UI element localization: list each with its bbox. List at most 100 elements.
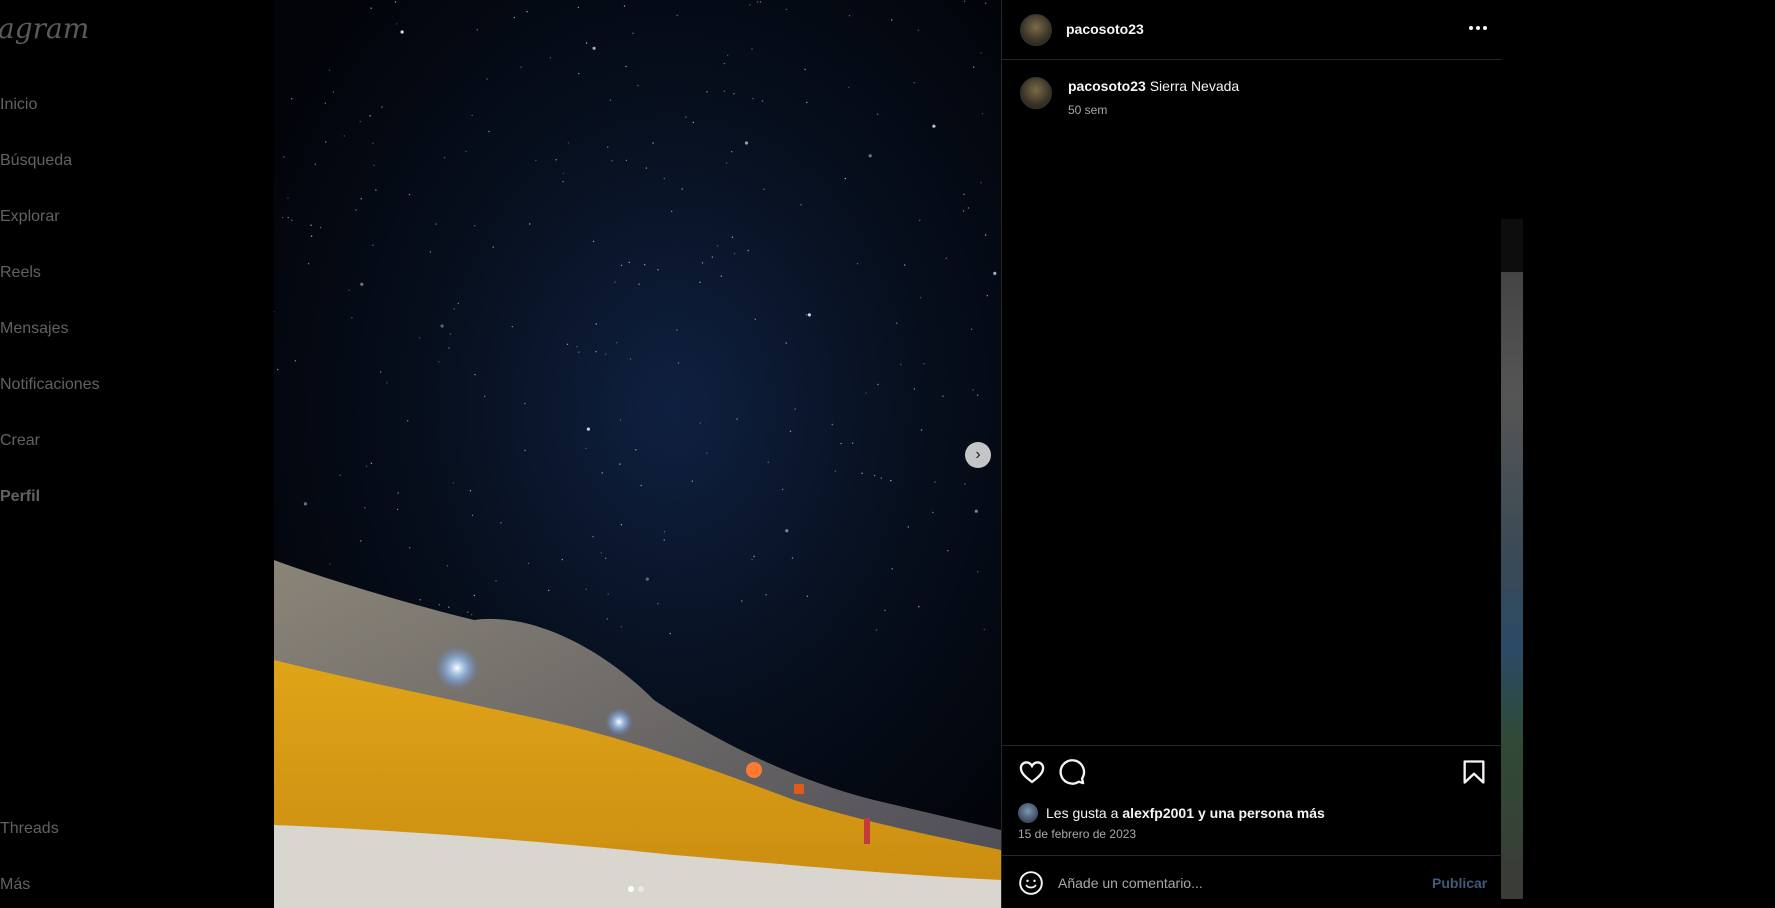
star xyxy=(980,182,982,184)
star xyxy=(973,66,975,68)
post-header: pacosoto23 xyxy=(1002,0,1502,60)
star xyxy=(474,225,476,227)
sidebar-item-reels[interactable]: Reels xyxy=(0,264,41,282)
star xyxy=(328,69,331,71)
author-username[interactable]: pacosoto23 xyxy=(1066,21,1144,37)
star xyxy=(360,198,362,200)
post-modal-page: agram Inicio Búsqueda Explorar Reels Men… xyxy=(0,0,1775,908)
star xyxy=(706,452,708,454)
star xyxy=(465,150,467,153)
star xyxy=(492,246,494,248)
heart-icon[interactable] xyxy=(1018,758,1046,786)
star xyxy=(471,614,473,616)
star xyxy=(736,418,738,420)
star xyxy=(907,526,909,528)
star xyxy=(903,264,906,266)
post-date[interactable]: 15 de febrero de 2023 xyxy=(1018,827,1136,841)
star xyxy=(934,481,936,483)
star xyxy=(913,82,916,84)
star xyxy=(601,472,603,474)
likes-suffix[interactable]: y una persona más xyxy=(1198,805,1325,821)
star xyxy=(310,235,313,237)
star xyxy=(753,555,755,558)
star xyxy=(806,101,808,104)
star xyxy=(744,141,749,145)
comment-bubble-icon[interactable] xyxy=(1058,758,1086,786)
star xyxy=(970,328,973,330)
star xyxy=(394,1,397,3)
star xyxy=(484,395,486,398)
star xyxy=(741,600,743,602)
more-horizontal-icon[interactable] xyxy=(1466,16,1490,40)
star xyxy=(620,264,623,267)
star xyxy=(900,363,902,366)
comment-composer: Publicar xyxy=(1002,855,1502,908)
star xyxy=(619,463,621,465)
emoji-smile-icon[interactable] xyxy=(1018,870,1044,896)
star xyxy=(457,302,459,305)
post-image[interactable] xyxy=(274,0,1001,908)
star xyxy=(638,283,640,285)
star xyxy=(611,160,613,162)
star xyxy=(711,256,714,258)
star xyxy=(676,329,678,331)
star xyxy=(942,395,944,397)
sidebar-item-perfil[interactable]: Perfil xyxy=(0,488,40,506)
carousel-dot-active xyxy=(628,886,634,892)
star xyxy=(856,263,859,265)
sidebar-item-mensajes[interactable]: Mensajes xyxy=(0,320,68,338)
chevron-right-icon[interactable]: › xyxy=(965,442,991,468)
star xyxy=(488,130,490,133)
star xyxy=(699,422,701,424)
sidebar-item-threads[interactable]: Threads xyxy=(0,820,59,838)
star xyxy=(756,1,759,3)
star xyxy=(993,271,997,275)
star xyxy=(469,490,472,492)
star xyxy=(706,91,708,93)
sidebar-item-notificaciones[interactable]: Notificaciones xyxy=(0,376,100,394)
star xyxy=(785,8,787,11)
liker-avatar[interactable] xyxy=(1018,803,1038,823)
author-avatar[interactable] xyxy=(1020,14,1052,46)
star xyxy=(731,236,734,238)
star xyxy=(733,253,736,255)
star xyxy=(585,447,587,450)
star xyxy=(407,420,409,422)
star xyxy=(467,611,469,613)
star xyxy=(763,188,765,190)
star xyxy=(962,210,965,212)
star xyxy=(963,193,965,195)
sidebar-item-inicio[interactable]: Inicio xyxy=(0,96,37,114)
publish-button[interactable]: Publicar xyxy=(1432,875,1487,891)
sidebar-item-explorar[interactable]: Explorar xyxy=(0,208,60,226)
star xyxy=(372,244,374,246)
star xyxy=(370,462,373,464)
star xyxy=(332,91,335,93)
sidebar-item-mas[interactable]: Más xyxy=(0,876,30,894)
star xyxy=(723,62,726,65)
sidebar-item-busqueda[interactable]: Búsqueda xyxy=(0,152,72,170)
caption-avatar[interactable] xyxy=(1020,77,1052,109)
star xyxy=(524,449,526,452)
star xyxy=(526,11,528,13)
star xyxy=(595,323,597,325)
star xyxy=(761,100,764,102)
star xyxy=(446,565,449,567)
likes-user[interactable]: alexfp2001 xyxy=(1122,805,1194,821)
star xyxy=(861,472,863,474)
star xyxy=(873,474,876,477)
star xyxy=(471,114,473,117)
star xyxy=(699,281,701,283)
star xyxy=(609,99,612,101)
caption-username[interactable]: pacosoto23 xyxy=(1068,78,1146,94)
bookmark-icon[interactable] xyxy=(1460,758,1488,786)
star xyxy=(555,159,557,161)
star xyxy=(964,483,966,485)
comment-input[interactable] xyxy=(1058,871,1418,895)
star xyxy=(449,333,452,335)
star xyxy=(657,269,659,271)
sidebar-item-crear[interactable]: Crear xyxy=(0,432,40,450)
instagram-logo[interactable]: agram xyxy=(0,12,89,45)
star xyxy=(355,209,357,211)
star xyxy=(644,264,646,266)
